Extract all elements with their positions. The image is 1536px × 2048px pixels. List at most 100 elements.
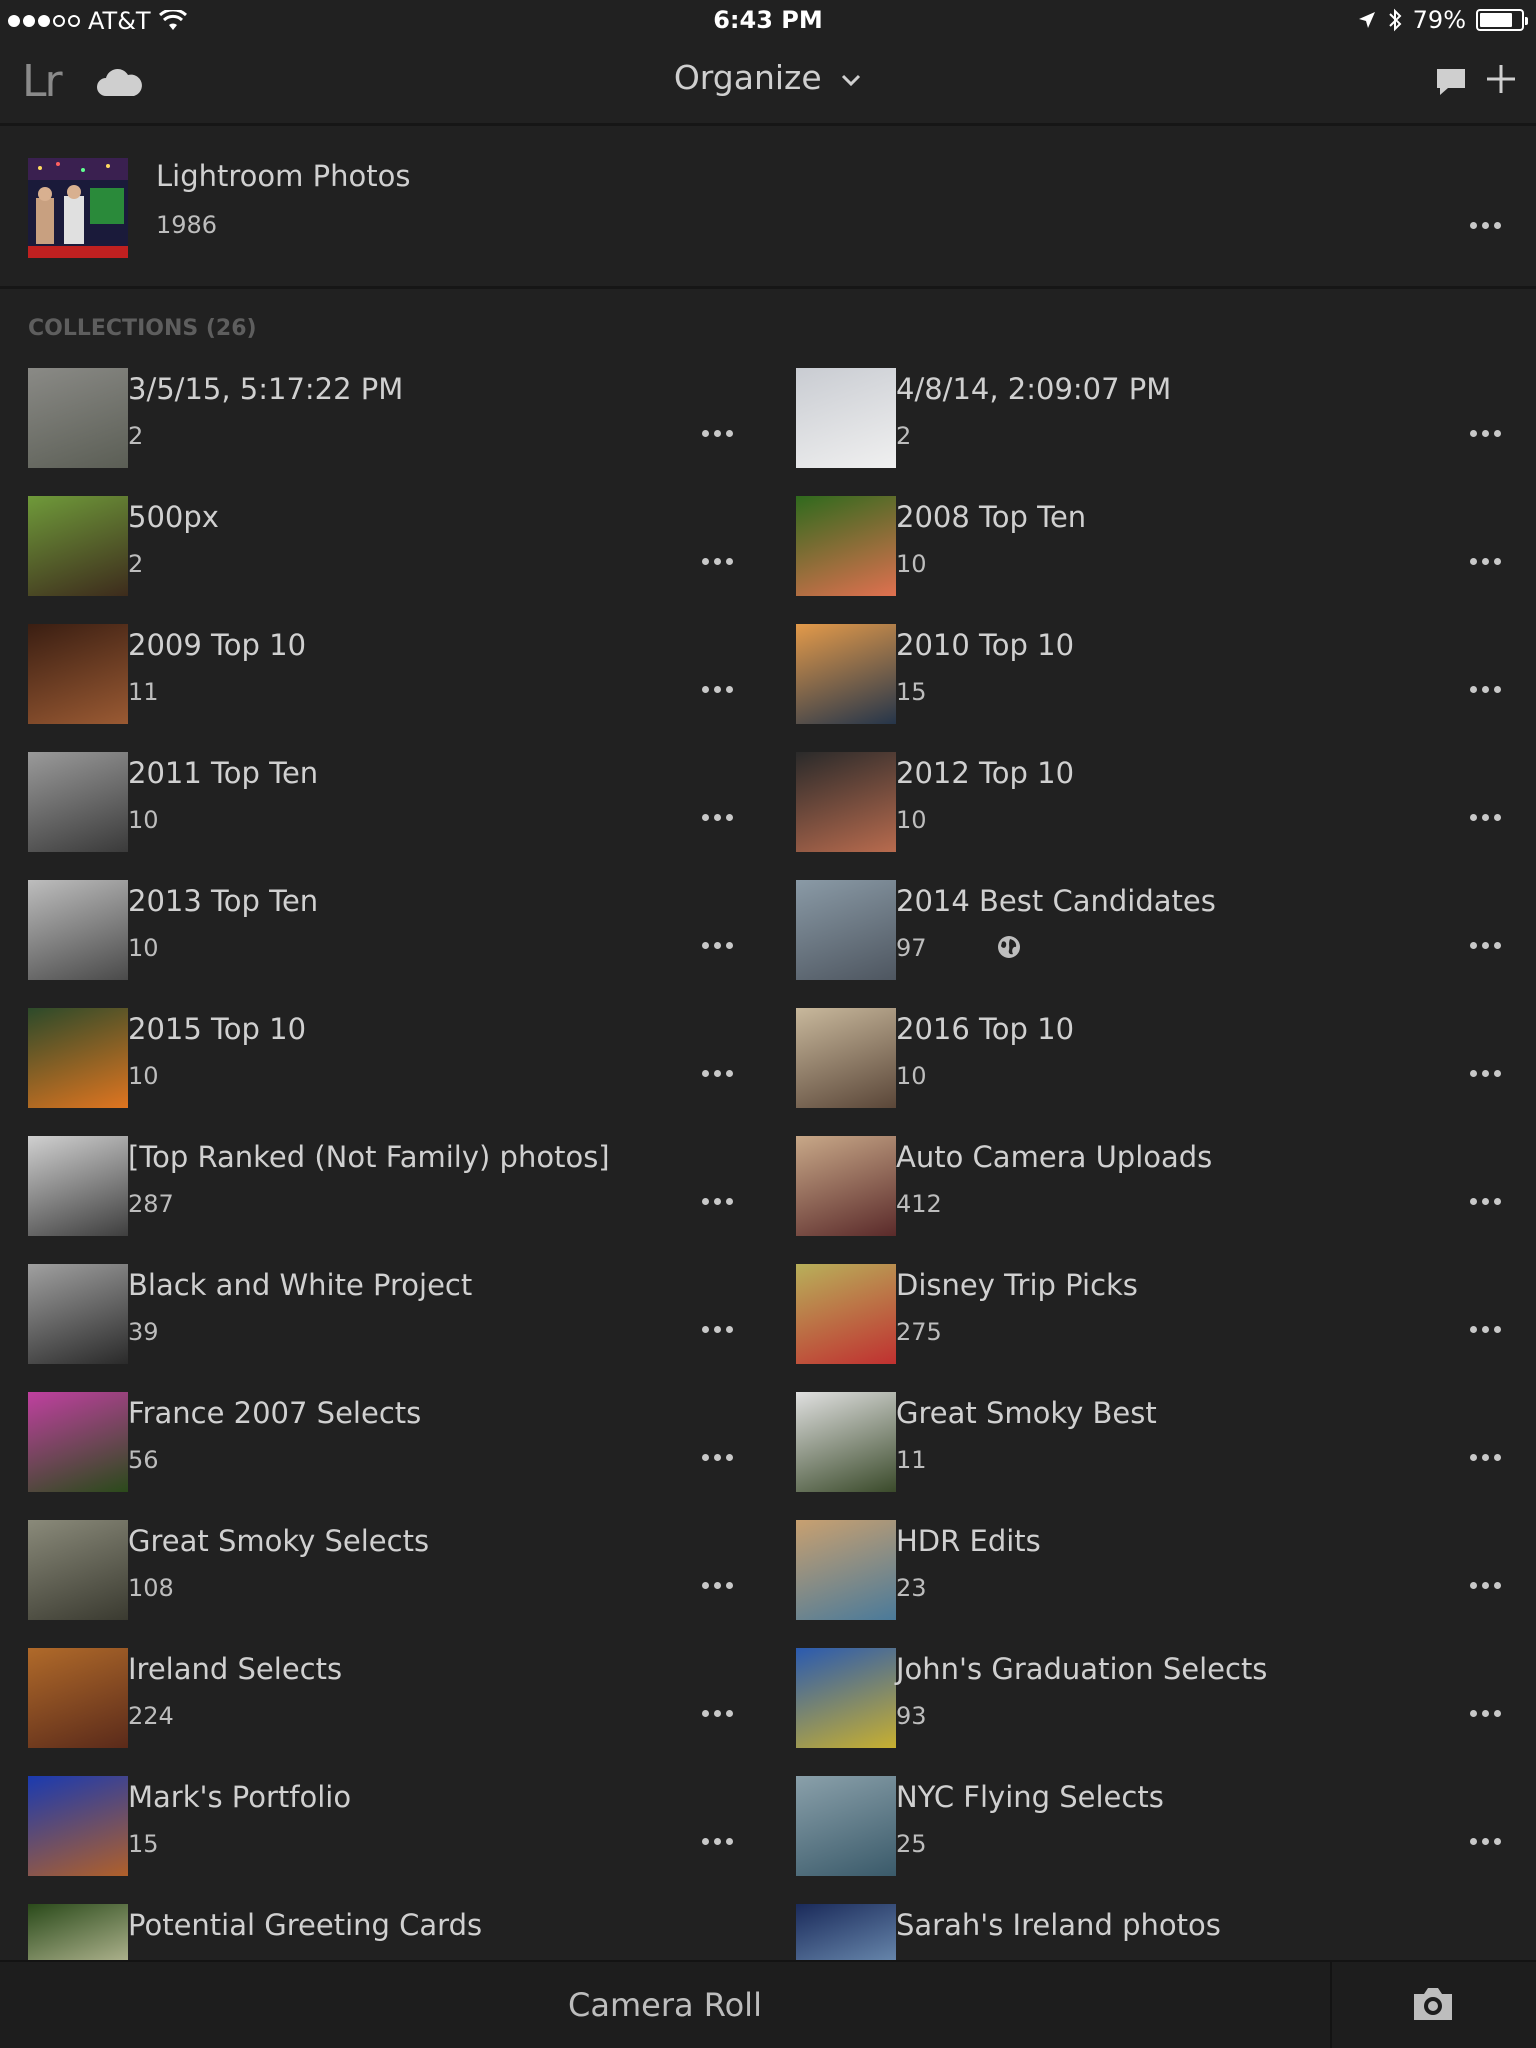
collection-count: 10 — [896, 1062, 927, 1090]
more-icon[interactable] — [702, 686, 733, 693]
more-icon[interactable] — [1470, 1582, 1501, 1589]
collection-item[interactable]: 4/8/14, 2:09:07 PM 2 — [768, 366, 1536, 494]
collection-item[interactable]: Disney Trip Picks 275 — [768, 1262, 1536, 1390]
collection-count: 10 — [128, 806, 159, 834]
collection-name: Sarah's Ireland photos — [896, 1908, 1221, 1942]
more-icon[interactable] — [702, 1838, 733, 1845]
bottom-bar-divider — [1330, 1962, 1332, 2048]
collection-name: 2009 Top 10 — [128, 628, 307, 662]
collection-count: 10 — [128, 934, 159, 962]
status-bar: AT&T 6:43 PM 79% — [0, 0, 1536, 42]
collection-thumbnail — [796, 752, 896, 852]
collection-item[interactable]: 2013 Top Ten 10 — [0, 878, 768, 1006]
collection-item[interactable]: Great Smoky Best 11 — [768, 1390, 1536, 1518]
collection-item[interactable]: 3/5/15, 5:17:22 PM 2 — [0, 366, 768, 494]
collection-item[interactable]: 2016 Top 10 10 — [768, 1006, 1536, 1134]
collection-item[interactable]: Mark's Portfolio 15 — [0, 1774, 768, 1902]
collection-item[interactable]: 2012 Top 10 10 — [768, 750, 1536, 878]
chat-icon[interactable] — [1434, 66, 1468, 98]
collection-thumbnail — [796, 368, 896, 468]
collection-item[interactable]: 2011 Top Ten 10 — [0, 750, 768, 878]
more-icon[interactable] — [1470, 558, 1501, 565]
more-icon[interactable] — [1470, 1454, 1501, 1461]
collection-item[interactable]: Potential Greeting Cards — [0, 1902, 768, 1960]
more-icon[interactable] — [1470, 1326, 1501, 1333]
collection-count: 2 — [128, 550, 144, 578]
collection-count: 10 — [896, 550, 927, 578]
collection-item[interactable]: Auto Camera Uploads 412 — [768, 1134, 1536, 1262]
collection-count: 10 — [128, 1062, 159, 1090]
collection-name: HDR Edits — [896, 1524, 1041, 1558]
more-icon[interactable] — [1470, 1198, 1501, 1205]
collection-count: 15 — [128, 1830, 159, 1858]
collection-name: 2011 Top Ten — [128, 756, 319, 790]
collection-name: France 2007 Selects — [128, 1396, 422, 1430]
collection-name: NYC Flying Selects — [896, 1780, 1164, 1814]
more-icon[interactable] — [702, 1454, 733, 1461]
collection-thumbnail — [28, 368, 128, 468]
more-icon[interactable] — [702, 1326, 733, 1333]
collection-item[interactable]: Black and White Project 39 — [0, 1262, 768, 1390]
more-icon[interactable] — [1470, 942, 1501, 949]
collection-count: 10 — [896, 806, 927, 834]
collection-item[interactable]: France 2007 Selects 56 — [0, 1390, 768, 1518]
all-photos-more-icon[interactable] — [1470, 222, 1501, 229]
collection-item[interactable]: 2010 Top 10 15 — [768, 622, 1536, 750]
collection-item[interactable]: [Top Ranked (Not Family) photos] 287 — [0, 1134, 768, 1262]
collection-count: 93 — [896, 1702, 927, 1730]
collection-item[interactable]: 2014 Best Candidates 97 — [768, 878, 1536, 1006]
collection-item[interactable]: Sarah's Ireland photos — [768, 1902, 1536, 1960]
collection-thumbnail — [796, 1776, 896, 1876]
collection-name: John's Graduation Selects — [896, 1652, 1268, 1686]
more-icon[interactable] — [702, 1582, 733, 1589]
more-icon[interactable] — [702, 558, 733, 565]
collection-item[interactable]: John's Graduation Selects 93 — [768, 1646, 1536, 1774]
more-icon[interactable] — [1470, 430, 1501, 437]
collection-item[interactable]: NYC Flying Selects 25 — [768, 1774, 1536, 1902]
camera-icon[interactable] — [1410, 1984, 1456, 2024]
more-icon[interactable] — [702, 1198, 733, 1205]
plus-icon[interactable] — [1482, 60, 1520, 98]
all-photos-row[interactable]: Lightroom Photos 1986 — [0, 129, 1536, 289]
collections-grid: 3/5/15, 5:17:22 PM 2 4/8/14, 2:09:07 PM 2 50… — [0, 366, 1536, 1960]
more-icon[interactable] — [1470, 686, 1501, 693]
collection-item[interactable]: Great Smoky Selects 108 — [0, 1518, 768, 1646]
collection-name: [Top Ranked (Not Family) photos] — [128, 1140, 610, 1174]
collection-name: Black and White Project — [128, 1268, 473, 1302]
collection-item[interactable]: 2008 Top Ten 10 — [768, 494, 1536, 622]
collection-item[interactable]: HDR Edits 23 — [768, 1518, 1536, 1646]
collection-item[interactable]: 2015 Top 10 10 — [0, 1006, 768, 1134]
all-photos-count: 1986 — [156, 211, 218, 239]
more-icon[interactable] — [1470, 1070, 1501, 1077]
collection-count: 11 — [128, 678, 159, 706]
collection-count: 23 — [896, 1574, 927, 1602]
more-icon[interactable] — [702, 1070, 733, 1077]
more-icon[interactable] — [1470, 1710, 1501, 1717]
collection-thumbnail — [28, 496, 128, 596]
collections-heading: COLLECTIONS (26) — [28, 316, 257, 341]
collection-thumbnail — [28, 1904, 128, 1960]
more-icon[interactable] — [702, 430, 733, 437]
collection-count: 2 — [896, 422, 912, 450]
more-icon[interactable] — [702, 1710, 733, 1717]
collection-thumbnail — [796, 1904, 896, 1960]
collection-item[interactable]: 2009 Top 10 11 — [0, 622, 768, 750]
bottom-bar: Camera Roll — [0, 1960, 1536, 2048]
collection-thumbnail — [28, 752, 128, 852]
collection-thumbnail — [796, 1008, 896, 1108]
camera-roll-button[interactable]: Camera Roll — [0, 1962, 1330, 2048]
collection-item[interactable]: Ireland Selects 224 — [0, 1646, 768, 1774]
collection-thumbnail — [796, 1520, 896, 1620]
more-icon[interactable] — [702, 814, 733, 821]
collection-count: 56 — [128, 1446, 159, 1474]
more-icon[interactable] — [1470, 814, 1501, 821]
all-photos-thumbnail — [28, 158, 128, 258]
collection-item[interactable]: 500px 2 — [0, 494, 768, 622]
more-icon[interactable] — [1470, 1838, 1501, 1845]
collection-name: 4/8/14, 2:09:07 PM — [896, 372, 1172, 406]
collection-thumbnail — [28, 1648, 128, 1748]
collection-name: 2016 Top 10 — [896, 1012, 1075, 1046]
organize-menu[interactable]: Organize — [0, 58, 1536, 97]
collection-thumbnail — [28, 880, 128, 980]
more-icon[interactable] — [702, 942, 733, 949]
